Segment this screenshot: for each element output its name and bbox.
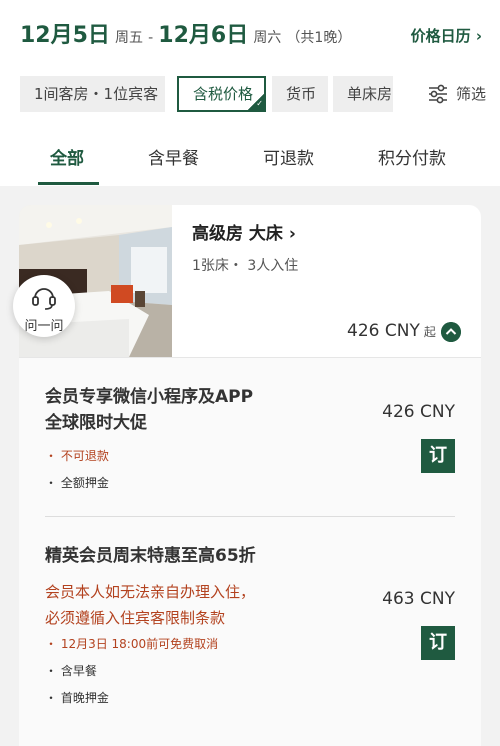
book-button[interactable]: 订 [421,626,455,660]
chevron-right-icon: › [288,224,296,244]
rate-name: 精英会员周末特惠至高65折 [45,546,256,566]
nights-count: （共1晚） [286,30,352,46]
chevron-right-icon: › [475,27,482,45]
deposit-policy: ・ 全额押金 [45,476,109,490]
book-button[interactable]: 订 [421,439,455,473]
help-label: 问一问 [24,319,64,334]
stay-dates[interactable]: 12月5日 周五 - 12月6日 周六 （共1晚） [20,20,351,54]
booking-header: 12月5日 周五 - 12月6日 周六 （共1晚） 价格日历 › 1间客房・1位… [0,0,500,186]
chip-label: 货币 [286,85,317,103]
date-separator: - [148,30,154,46]
room-starting-price: 426 CNY 起 [347,321,436,341]
rate-name: 会员专享微信小程序及APP 全球限时大促 [45,384,253,436]
checkmark-icon: ✓ [256,99,263,108]
active-tab-indicator [38,182,99,185]
checkin-date: 12月5日 [20,23,110,48]
breakfast-policy: ・ 含早餐 [45,664,97,678]
room-name: 高级房 大床 [192,224,283,244]
check-in-warning: 会员本人如无法亲自办理入住， 必须遵循入住宾客限制条款 [45,579,255,631]
price-calendar-link[interactable]: 价格日历 › [411,20,482,52]
price-from-label: 起 [423,325,436,339]
chip-label: 1间客房・1位宾客 [34,85,159,103]
sliders-icon [429,84,447,104]
cancellation-policy: ・ 12月3日 18:00前可免费取消 [45,637,219,651]
chip-currency[interactable]: 货币 [272,76,328,112]
date-row[interactable]: 12月5日 周五 - 12月6日 周六 （共1晚） 价格日历 › [20,20,482,54]
tab-refundable[interactable]: 可退款 [263,144,314,169]
checkout-date: 12月6日 [158,23,249,48]
rate-name-line: 会员专享微信小程序及APP [45,387,254,407]
rate-tabs: 全部 含早餐 可退款 积分付款 [0,136,500,186]
headset-icon [32,288,56,310]
filter-label: 筛选 [456,85,487,103]
rate-plan: 精英会员周末特惠至高65折 会员本人如无法亲自办理入住， 必须遵循入住宾客限制条… [45,517,455,746]
rate-plan: 会员专享微信小程序及APP 全球限时大促 426 CNY 订 ・ 不可退款 ・ … [45,358,455,516]
filter-chips: 1间客房・1位宾客 含税价格 ✓ 货币 单床房 筛选 [20,76,500,112]
room-details: 1张床・ 3人入住 [192,258,299,274]
chip-label: 单床房 [347,85,393,103]
room-price: 426 CNY [347,321,420,341]
warning-line: 会员本人如无法亲自办理入住， [45,583,256,601]
room-card: 高级房 大床 › 1张床・ 3人入住 426 CNY 起 会员专享微信小程序及AP… [19,205,481,746]
chip-single-bed[interactable]: 单床房 [333,76,393,112]
checkin-weekday: 周五 [115,30,144,46]
filter-button[interactable]: 筛选 [408,76,500,112]
rate-price: 463 CNY [382,589,455,609]
chip-label: 含税价格 [193,85,254,103]
tab-all[interactable]: 全部 [50,144,84,169]
chevron-up-icon[interactable] [441,322,461,342]
deposit-policy: ・ 首晚押金 [45,691,109,705]
checkout-weekday: 周六 [253,30,282,46]
chip-rooms-guests[interactable]: 1间客房・1位宾客 [20,76,165,112]
room-name-link[interactable]: 高级房 大床 › [192,219,296,244]
rate-name-line: 全球限时大促 [45,413,147,433]
tab-breakfast[interactable]: 含早餐 [148,144,199,169]
rates-list: 会员专享微信小程序及APP 全球限时大促 426 CNY 订 ・ 不可退款 ・ … [19,358,481,746]
rate-price: 426 CNY [382,402,455,422]
chip-tax-inclusive[interactable]: 含税价格 ✓ [177,76,266,112]
tab-points[interactable]: 积分付款 [378,144,446,169]
warning-line: 必须遵循入住宾客限制条款 [45,609,226,627]
help-chat-button[interactable]: 问一问 [13,275,75,337]
price-calendar-label: 价格日历 [410,27,471,45]
refund-policy: ・ 不可退款 [45,449,109,463]
